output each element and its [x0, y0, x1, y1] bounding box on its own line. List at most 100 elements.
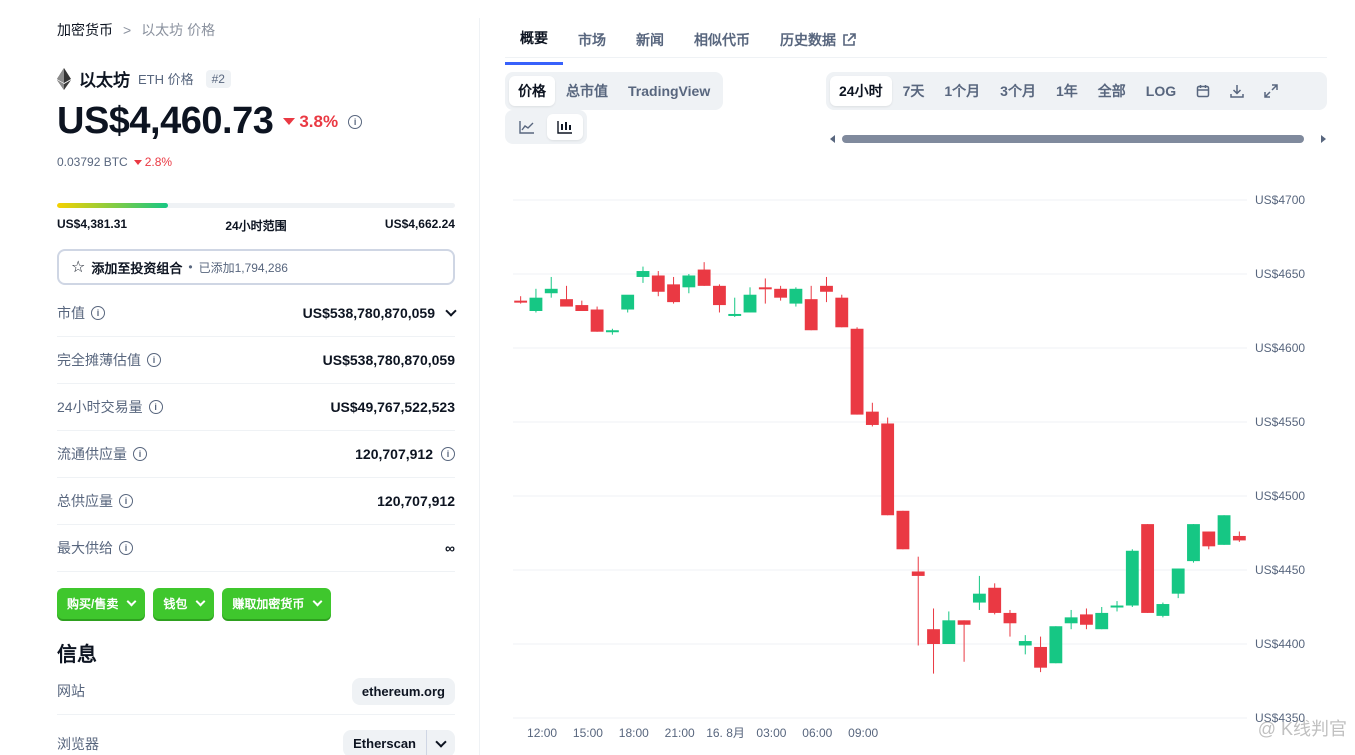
- candle-body: [621, 294, 635, 310]
- earn-crypto-button[interactable]: 赚取加密货币: [222, 588, 332, 619]
- download-icon: [1230, 85, 1244, 98]
- wallet-label: 钱包: [163, 597, 188, 611]
- tab-label: 历史数据: [780, 31, 836, 48]
- explorer-dropdown[interactable]: Etherscan: [343, 730, 455, 755]
- candle-body: [682, 275, 696, 288]
- candlestick-chart-button[interactable]: [547, 114, 583, 140]
- scrollbar-thumb[interactable]: [842, 135, 1304, 143]
- tab-overview[interactable]: 概要: [505, 20, 563, 65]
- info-icon[interactable]: i: [119, 541, 133, 555]
- x-tick-label: 03:00: [756, 726, 786, 740]
- line-chart-button[interactable]: [509, 114, 545, 140]
- candle-body: [988, 587, 1002, 613]
- stat-value: 120,707,912: [377, 493, 455, 509]
- stat-value: US$538,780,870,059: [322, 352, 455, 368]
- stat-label: 流通供应量: [57, 446, 127, 462]
- info-icon[interactable]: i: [148, 400, 163, 414]
- current-price: US$4,460.73: [57, 100, 274, 142]
- info-icon[interactable]: i: [91, 306, 105, 320]
- website-link[interactable]: ethereum.org: [351, 677, 455, 705]
- info-icon[interactable]: i: [441, 447, 455, 461]
- range-1m[interactable]: 1个月: [935, 76, 989, 106]
- fullscreen-button[interactable]: [1255, 76, 1287, 106]
- price-candlestick-chart[interactable]: US$4700 US$4650 US$4600 US$4550 US$4500 US$44…: [505, 180, 1335, 755]
- down-triangle-icon: [283, 118, 296, 125]
- scroll-right-arrow-icon[interactable]: [1321, 135, 1326, 143]
- candle-body: [758, 287, 772, 290]
- coin-name: 以太坊: [79, 71, 130, 90]
- chart-type-label: 价格: [518, 83, 546, 99]
- calendar-button[interactable]: [1187, 76, 1219, 106]
- buy-sell-button[interactable]: 购买/售卖: [57, 588, 146, 619]
- chart-scrollbar[interactable]: [830, 133, 1326, 145]
- btc-change-value: 2.8%: [144, 155, 173, 169]
- chart-type-tradingview[interactable]: TradingView: [619, 76, 719, 106]
- info-icon[interactable]: i: [348, 114, 363, 129]
- tab-markets[interactable]: 市场: [563, 20, 621, 65]
- panel-divider: [479, 18, 480, 755]
- wallet-button[interactable]: 钱包: [153, 588, 215, 619]
- range-label: LOG: [1145, 83, 1177, 99]
- tab-historical-data[interactable]: 历史数据: [765, 20, 871, 65]
- breadcrumb: 加密货币 > 以太坊 价格: [57, 20, 215, 40]
- explorer-link[interactable]: Etherscan: [343, 730, 426, 755]
- portfolio-label: 添加至投资组合: [91, 260, 183, 276]
- tab-similar-coins[interactable]: 相似代币: [679, 20, 765, 65]
- chevron-down-icon[interactable]: [445, 305, 457, 317]
- tab-label: 相似代币: [694, 31, 750, 48]
- explorer-dropdown-toggle[interactable]: [426, 730, 455, 755]
- candle-body: [1018, 641, 1032, 646]
- range-all[interactable]: 全部: [1089, 76, 1135, 106]
- range-3m[interactable]: 3个月: [991, 76, 1045, 106]
- candle-body: [575, 305, 589, 311]
- candle-body: [881, 423, 895, 516]
- chart-type-market-cap[interactable]: 总市值: [557, 76, 617, 106]
- breadcrumb-separator: >: [123, 22, 132, 38]
- chart-type-price[interactable]: 价格: [509, 76, 555, 106]
- breadcrumb-root[interactable]: 加密货币: [57, 20, 113, 40]
- 24h-range-fill: [57, 203, 169, 208]
- info-heading: 信息: [57, 644, 97, 666]
- range-1y[interactable]: 1年: [1047, 76, 1087, 106]
- candle-body: [896, 510, 910, 550]
- y-tick-label: US$4700: [1255, 193, 1305, 207]
- price-change: 3.8%: [283, 112, 338, 132]
- action-buttons: 购买/售卖 钱包 赚取加密货币: [57, 588, 332, 619]
- info-icon[interactable]: i: [119, 494, 133, 508]
- candle-body: [1064, 617, 1078, 624]
- candle-body: [804, 299, 818, 331]
- watermark: @ K线判官: [1257, 719, 1347, 739]
- download-button[interactable]: [1221, 76, 1253, 106]
- x-tick-label: 06:00: [802, 726, 832, 740]
- range-24h[interactable]: 24小时: [830, 76, 892, 106]
- range-7d[interactable]: 7天: [894, 76, 934, 106]
- stat-value: 120,707,912: [355, 446, 433, 462]
- candle-body: [1187, 524, 1200, 562]
- stat-market-cap: 市值 i US$538,780,870,059: [57, 290, 457, 337]
- info-icon[interactable]: i: [133, 447, 147, 461]
- chart-type-label: 总市值: [566, 83, 608, 99]
- tab-label: 新闻: [636, 31, 664, 48]
- add-to-portfolio-button[interactable]: ☆ 添加至投资组合 • 已添加1,794,286: [57, 249, 455, 285]
- candle-body: [743, 294, 757, 313]
- ethereum-logo-icon: [57, 67, 71, 90]
- tab-news[interactable]: 新闻: [621, 20, 679, 65]
- range-label: 全部: [1097, 83, 1126, 99]
- range-log[interactable]: LOG: [1137, 76, 1185, 106]
- scroll-left-arrow-icon[interactable]: [830, 135, 835, 143]
- candle-body: [1080, 614, 1093, 625]
- y-tick-label: US$4500: [1255, 489, 1305, 503]
- candle-body: [529, 297, 543, 311]
- candle-body: [1110, 605, 1124, 608]
- 24h-range-bar: [57, 203, 455, 208]
- website-row: 网站 ethereum.org: [57, 668, 455, 715]
- 24h-range-labels: US$4,381.31 24小时范围 US$4,662.24: [57, 217, 455, 234]
- stat-label: 24小时交易量: [57, 399, 143, 415]
- range-label: 1年: [1055, 83, 1078, 99]
- candle-body: [651, 275, 665, 292]
- fullscreen-icon: [1264, 84, 1278, 98]
- candle-body: [835, 297, 849, 328]
- info-icon[interactable]: i: [147, 353, 161, 367]
- candle-body: [1034, 646, 1047, 668]
- buy-sell-label: 购买/售卖: [67, 597, 119, 611]
